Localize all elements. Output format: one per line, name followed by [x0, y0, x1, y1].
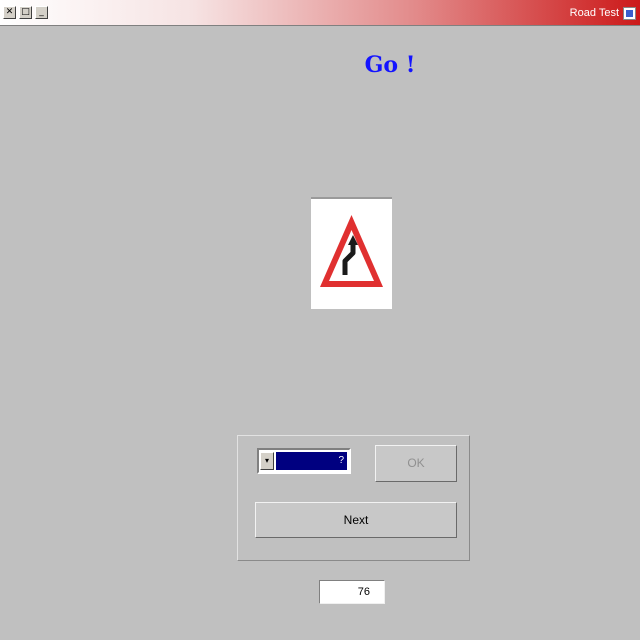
double-bend-warning-sign-icon — [320, 215, 383, 287]
app-icon — [623, 6, 636, 20]
title-area: Road Test — [570, 5, 636, 21]
next-button[interactable]: Next — [255, 502, 457, 538]
answer-dropdown[interactable]: ▾ ? — [257, 448, 351, 474]
ok-button[interactable]: OK — [375, 445, 457, 482]
close-button[interactable]: ✕ — [3, 6, 16, 19]
title-bar[interactable]: ✕ □ _ Road Test — [0, 0, 640, 26]
question-heading: Go ! — [364, 52, 416, 78]
question-counter: 76 — [319, 580, 385, 604]
minimize-button[interactable]: _ — [35, 6, 48, 19]
window-title: Road Test — [569, 7, 619, 19]
answer-dropdown-value[interactable]: ? — [276, 452, 347, 470]
road-sign-image — [311, 197, 392, 309]
maximize-button[interactable]: □ — [19, 6, 32, 19]
chevron-down-icon[interactable]: ▾ — [260, 452, 274, 470]
